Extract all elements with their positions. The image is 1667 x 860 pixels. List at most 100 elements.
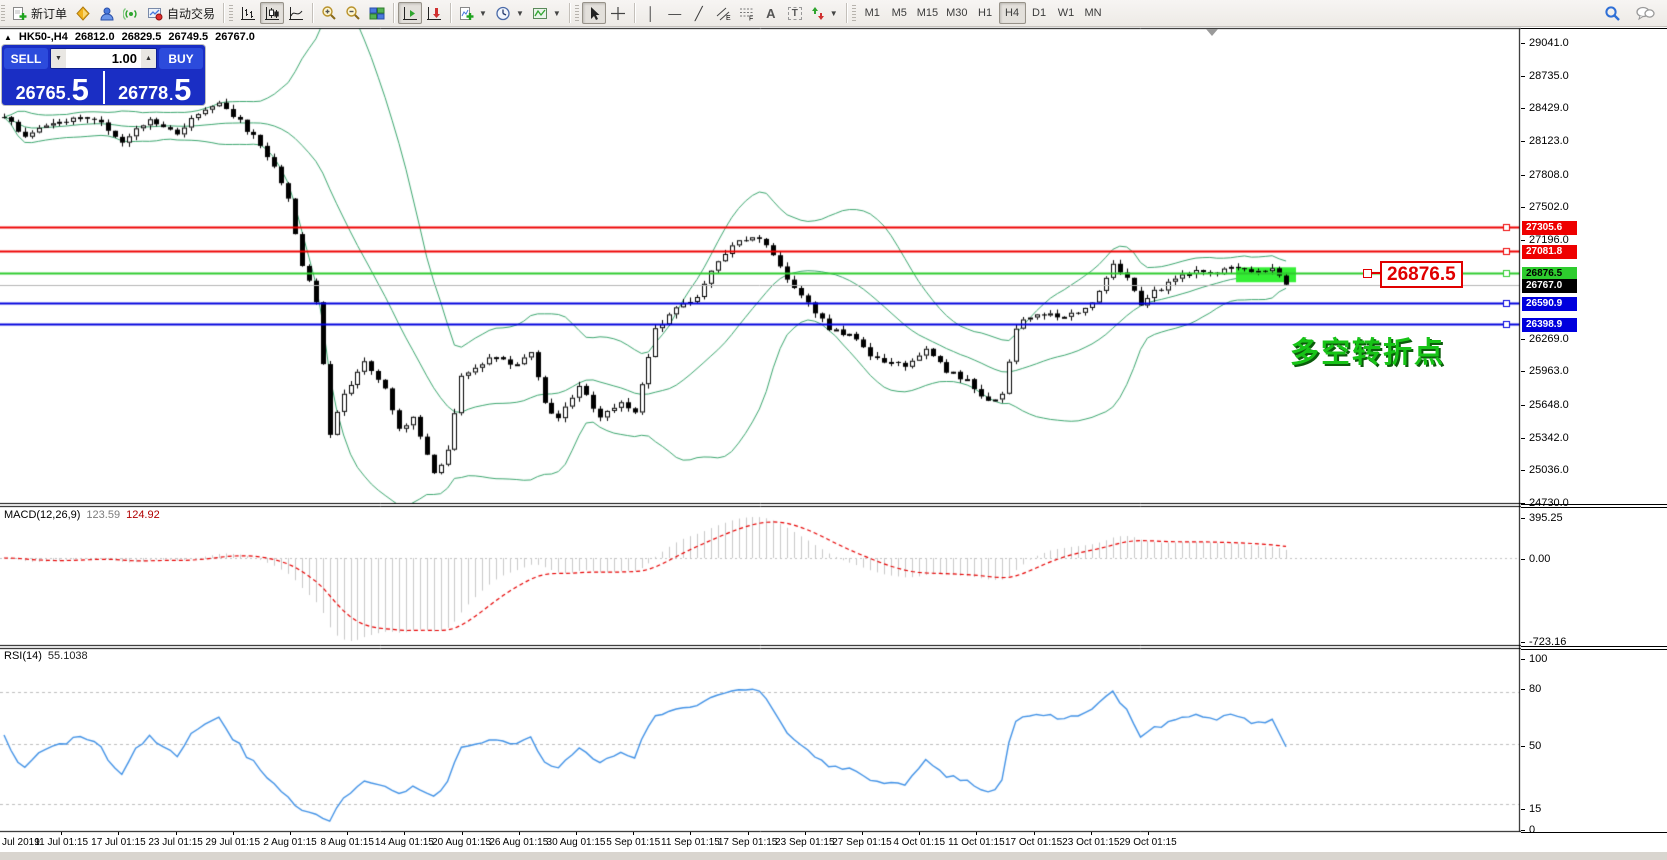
open-value: 26812.0	[75, 31, 115, 44]
chart-shift-button[interactable]	[422, 2, 446, 24]
search-button[interactable]	[1600, 2, 1625, 24]
buy-button[interactable]: BUY	[159, 48, 203, 69]
time-axis[interactable]: Jul 201911 Jul 01:1517 Jul 01:1523 Jul 0…	[0, 832, 1667, 852]
timeframe-button-H1[interactable]: H1	[972, 2, 999, 24]
callout-anchor-handle[interactable]	[1363, 269, 1372, 278]
text-button[interactable]: A	[759, 2, 783, 24]
zoom-out-button[interactable]	[341, 2, 365, 24]
hline-price-tag: 26398.9	[1522, 318, 1577, 332]
price-axis-tickmark	[1521, 371, 1525, 372]
price-axis-tickmark	[1521, 339, 1525, 340]
time-axis-tickmark	[976, 832, 977, 835]
indicator-axis-tickmark	[1521, 809, 1525, 810]
vertical-line-button[interactable]: │	[639, 2, 663, 24]
time-axis-label: 30 Aug 01:15	[547, 837, 606, 848]
signals-icon	[123, 6, 139, 21]
window-menu-icon[interactable]: ▲	[4, 31, 12, 44]
line-chart-button[interactable]	[284, 2, 308, 24]
time-axis-tickmark	[118, 832, 119, 835]
one-click-trading-panel: SELL ▼ 1.00 ▲ BUY 26765 . 5 26778 . 5	[2, 45, 205, 105]
low-value: 26749.5	[168, 31, 208, 44]
volume-increase-button[interactable]: ▲	[141, 49, 156, 68]
arrows-button[interactable]: ▼	[807, 2, 842, 24]
timeframe-button-M30[interactable]: M30	[942, 2, 971, 24]
bar-chart-button[interactable]	[236, 2, 260, 24]
signals-button[interactable]	[119, 2, 143, 24]
pane-separator	[1521, 504, 1667, 505]
time-axis-label: 14 Aug 01:15	[375, 837, 434, 848]
buy-price[interactable]: 26778 . 5	[105, 71, 206, 104]
timeframe-button-M1[interactable]: M1	[859, 2, 886, 24]
text-label-icon: T	[788, 7, 802, 20]
timeframe-button-M15[interactable]: M15	[913, 2, 942, 24]
auto-scroll-button[interactable]	[398, 2, 422, 24]
time-axis-tickmark	[919, 832, 920, 835]
price-callout-label[interactable]: 26876.5	[1380, 261, 1463, 288]
mql-community-button[interactable]	[71, 2, 95, 24]
timeframe-group: M1M5M15M30H1H4D1W1MN	[859, 2, 1107, 24]
price-axis-tick: 28123.0	[1529, 135, 1569, 147]
new-order-button[interactable]: 新订单	[8, 2, 71, 24]
timeframe-button-H4[interactable]: H4	[999, 2, 1026, 24]
indicator-axis-tickmark	[1521, 746, 1525, 747]
horizontal-line-button[interactable]: —	[663, 2, 687, 24]
main-toolbar: 新订单 自动交易 ▼ ▼	[0, 0, 1667, 27]
sell-button[interactable]: SELL	[4, 48, 48, 69]
svg-text:F: F	[749, 15, 753, 21]
chart-canvas[interactable]	[0, 26, 1521, 852]
volume-stepper[interactable]: ▼ 1.00 ▲	[50, 48, 157, 69]
candlestick-chart-button[interactable]	[260, 2, 284, 24]
price-axis-tick: 28429.0	[1529, 102, 1569, 114]
indicator-axis-tickmark	[1521, 559, 1525, 560]
fibonacci-button[interactable]: F	[735, 2, 759, 24]
price-axis-tickmark	[1521, 108, 1525, 109]
dropdown-arrow-icon[interactable]: ▼	[479, 9, 487, 18]
crosshair-button[interactable]	[606, 2, 630, 24]
volume-decrease-button[interactable]: ▼	[51, 49, 66, 68]
crosshair-icon	[610, 6, 626, 21]
periods-button[interactable]: ▼	[491, 2, 528, 24]
current-price-tag: 26767.0	[1522, 279, 1577, 293]
channel-button[interactable]: E	[711, 2, 735, 24]
zoom-out-icon	[345, 5, 361, 21]
timeframe-button-M5[interactable]: M5	[886, 2, 913, 24]
time-axis-tickmark	[690, 832, 691, 835]
high-value: 26829.5	[122, 31, 162, 44]
profiles-button[interactable]	[95, 2, 119, 24]
tile-windows-button[interactable]	[365, 2, 389, 24]
time-axis-label: 5 Sep 01:15	[606, 837, 660, 848]
toolbar-drag-handle[interactable]	[1, 5, 5, 21]
indicators-button[interactable]: ▼	[455, 2, 491, 24]
zoom-in-icon	[321, 5, 337, 21]
time-axis-label: 17 Oct 01:15	[1005, 837, 1062, 848]
sell-price[interactable]: 26765 . 5	[2, 71, 103, 104]
cursor-button[interactable]	[582, 2, 606, 24]
autotrading-label: 自动交易	[167, 5, 215, 22]
timeframe-button-MN[interactable]: MN	[1080, 2, 1107, 24]
dropdown-arrow-icon[interactable]: ▼	[516, 9, 524, 18]
dropdown-arrow-icon[interactable]: ▼	[830, 9, 838, 18]
templates-icon	[532, 6, 548, 21]
timeframe-button-W1[interactable]: W1	[1053, 2, 1080, 24]
templates-button[interactable]: ▼	[528, 2, 565, 24]
volume-value[interactable]: 1.00	[66, 49, 141, 68]
chat-button[interactable]	[1631, 2, 1659, 24]
chart-shift-marker[interactable]	[1206, 29, 1218, 36]
macd-signal-value: 124.92	[126, 509, 160, 521]
time-axis-label: 2 Aug 01:15	[263, 837, 316, 848]
timeframe-button-D1[interactable]: D1	[1026, 2, 1053, 24]
dropdown-arrow-icon[interactable]: ▼	[553, 9, 561, 18]
text-label-button[interactable]: T	[783, 2, 807, 24]
price-axis-tick: 25342.0	[1529, 432, 1569, 444]
price-axis-tickmark	[1521, 141, 1525, 142]
indicator-axis-tickmark	[1521, 830, 1525, 831]
zoom-in-button[interactable]	[317, 2, 341, 24]
autotrading-button[interactable]: 自动交易	[143, 2, 219, 24]
indicators-icon	[459, 6, 474, 21]
channel-icon: E	[715, 6, 731, 21]
window-bottom-strip	[0, 852, 1667, 860]
indicator-axis-tick: 0.00	[1529, 553, 1550, 565]
trendline-button[interactable]: ╱	[687, 2, 711, 24]
price-axis[interactable]: 29041.028735.028429.028123.027808.027502…	[1521, 28, 1667, 833]
time-axis-tickmark	[61, 832, 62, 835]
